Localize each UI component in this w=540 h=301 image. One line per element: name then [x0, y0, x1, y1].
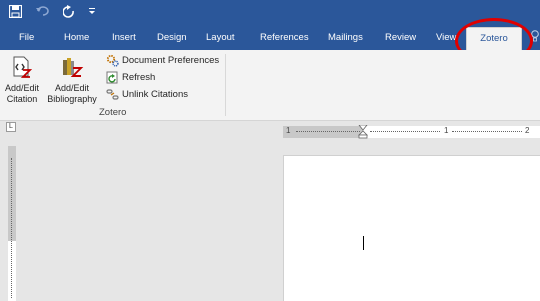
- add-edit-bibliography-line2: Bibliography: [47, 94, 97, 104]
- unlink-citations-label: Unlink Citations: [122, 89, 188, 100]
- document-preferences-label: Document Preferences: [122, 55, 220, 66]
- indent-marker-icon[interactable]: [358, 124, 368, 139]
- citation-icon: [2, 56, 42, 81]
- add-edit-citation-button[interactable]: Add/Edit Citation: [2, 56, 42, 105]
- vertical-ruler-ticks: [11, 158, 12, 298]
- ribbon-group-separator: [225, 54, 226, 116]
- ruler-ticks-right: [452, 131, 522, 132]
- refresh-button[interactable]: Refresh: [106, 71, 155, 84]
- ruler-mark-mid: 1: [444, 126, 449, 135]
- ruler-mark-right: 2: [525, 126, 530, 135]
- customize-qat-icon[interactable]: [88, 3, 96, 19]
- tab-review[interactable]: Review: [385, 32, 416, 43]
- undo-icon[interactable]: [34, 3, 50, 19]
- refresh-label: Refresh: [122, 72, 156, 83]
- tab-design[interactable]: Design: [157, 32, 187, 43]
- save-icon[interactable]: [8, 3, 22, 19]
- add-edit-citation-line1: Add/Edit: [4, 83, 40, 93]
- unlink-citations-button[interactable]: Unlink Citations: [106, 88, 188, 101]
- ruler-ticks-left: [296, 131, 360, 132]
- tab-references[interactable]: References: [260, 32, 309, 43]
- tab-home[interactable]: Home: [64, 32, 89, 43]
- add-edit-bibliography-line1: Add/Edit: [54, 83, 90, 93]
- add-edit-citation-line2: Citation: [6, 94, 38, 104]
- tab-stop-selector[interactable]: L: [6, 122, 16, 132]
- redo-icon[interactable]: [62, 3, 76, 19]
- ribbon-group-label: Zotero: [99, 107, 127, 118]
- tab-view[interactable]: View: [436, 32, 456, 43]
- horizontal-ruler-margin: [283, 126, 363, 138]
- document-preferences-button[interactable]: Document Preferences: [106, 54, 219, 67]
- ruler-mark-left: 1: [286, 126, 291, 135]
- tab-insert[interactable]: Insert: [112, 32, 136, 43]
- document-page[interactable]: [283, 155, 540, 301]
- add-edit-bibliography-button[interactable]: Add/Edit Bibliography: [42, 56, 102, 105]
- tab-mailings[interactable]: Mailings: [328, 32, 363, 43]
- text-cursor: [363, 236, 364, 250]
- refresh-icon: [106, 71, 119, 84]
- ribbon-zotero: Add/Edit Citation Add/Edit Bibliography …: [0, 50, 540, 121]
- title-bar: [0, 0, 540, 24]
- tab-file[interactable]: File: [19, 32, 34, 43]
- ruler-ticks-mid: [370, 131, 440, 132]
- tab-layout[interactable]: Layout: [206, 32, 235, 43]
- vertical-ruler-margin: [8, 146, 16, 241]
- unlink-icon: [106, 88, 119, 101]
- gears-icon: [106, 54, 119, 67]
- bibliography-icon: [42, 56, 102, 81]
